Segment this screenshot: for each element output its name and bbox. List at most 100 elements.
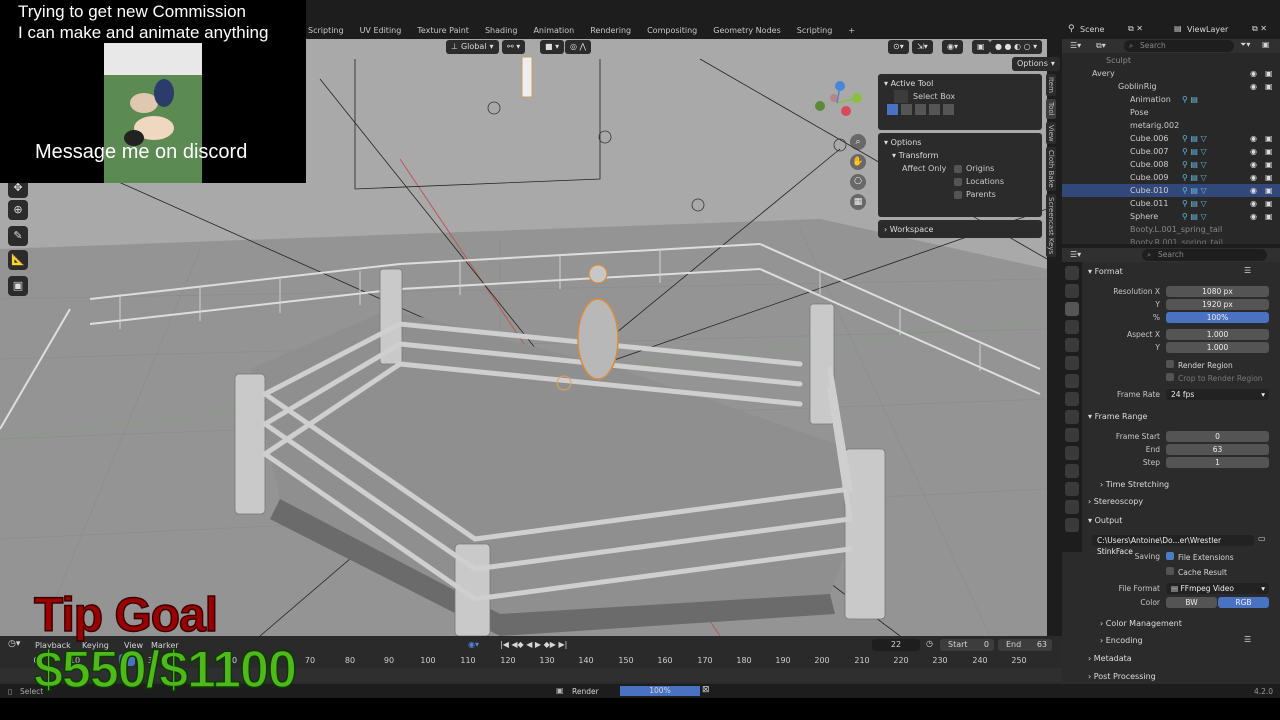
add-cube-tool-icon[interactable]: ▣: [8, 276, 28, 296]
encoding-header[interactable]: › Encoding: [1100, 636, 1143, 645]
overlay-toggle[interactable]: ◉▾: [942, 40, 963, 54]
output-path-field[interactable]: C:\Users\Antoine\Do...er\Wrestler StinkF…: [1092, 535, 1254, 556]
end-frame-field[interactable]: End 63: [998, 639, 1052, 651]
modifier-tab-icon[interactable]: [1065, 410, 1079, 424]
preview-range-icon[interactable]: ◷: [926, 639, 933, 648]
scene-tab-icon[interactable]: [1065, 338, 1079, 352]
select-new-icon[interactable]: [887, 104, 898, 115]
cache-result-row[interactable]: Cache Result: [1166, 567, 1227, 577]
tab-scripting-left[interactable]: Scripting: [300, 22, 352, 39]
particles-tab-icon[interactable]: [1065, 428, 1079, 442]
eye-icon[interactable]: ◉: [1250, 67, 1257, 80]
outliner-row-pose[interactable]: Pose: [1062, 106, 1280, 119]
locations-checkbox[interactable]: [954, 177, 962, 186]
metadata-header[interactable]: › Metadata: [1088, 654, 1132, 663]
tab-uv-editing[interactable]: UV Editing: [352, 22, 410, 39]
eye-icon[interactable]: ◉: [1250, 132, 1257, 145]
resolution-x-field[interactable]: 1080 px: [1166, 286, 1269, 297]
eye-icon[interactable]: ◉: [1250, 158, 1257, 171]
outliner-row-goblinrig[interactable]: GoblinRig ◉ ▣: [1062, 80, 1280, 93]
view-layer-name[interactable]: ViewLayer: [1187, 25, 1228, 34]
eye-icon[interactable]: ◉: [1250, 80, 1257, 93]
navigation-gizmo[interactable]: [812, 78, 862, 128]
start-frame-field[interactable]: Start 0: [940, 639, 994, 651]
format-presets-icon[interactable]: ☰: [1244, 266, 1251, 275]
outliner-row-avery[interactable]: Avery ◉ ▣: [1062, 67, 1280, 80]
snap-toggle[interactable]: ■ ▾: [540, 40, 565, 54]
color-management-header[interactable]: › Color Management: [1100, 619, 1182, 628]
physics-tab-icon[interactable]: [1065, 446, 1079, 460]
post-processing-header[interactable]: › Post Processing: [1088, 672, 1156, 681]
grid-view-icon[interactable]: ▦: [850, 194, 866, 210]
parents-checkbox[interactable]: [954, 190, 962, 199]
frame-rate-dropdown[interactable]: 24 fps ▾: [1166, 389, 1269, 400]
frame-step-field[interactable]: 1: [1166, 457, 1269, 468]
format-panel-header[interactable]: ▾ Format: [1088, 267, 1123, 276]
outliner-row-cube007[interactable]: Cube.007 ⚲ ▤ ▽ ◉ ▣: [1062, 145, 1280, 158]
time-stretching-header[interactable]: › Time Stretching: [1100, 480, 1169, 489]
world-tab-icon[interactable]: [1065, 356, 1079, 370]
select-intersect-icon[interactable]: [943, 104, 954, 115]
output-header[interactable]: ▾ Output: [1088, 516, 1122, 525]
options-header[interactable]: ▾ Options: [884, 136, 1036, 149]
eye-icon[interactable]: ◉: [1250, 145, 1257, 158]
resolution-y-field[interactable]: 1920 px: [1166, 299, 1269, 310]
outliner-row-booty-r[interactable]: Booty.R.001_spring_tail: [1062, 236, 1280, 244]
outliner-row-cube010[interactable]: Cube.010 ⚲ ▤ ▽ ◉ ▣: [1062, 184, 1280, 197]
tab-rendering[interactable]: Rendering: [582, 22, 639, 39]
data-tab-icon[interactable]: [1065, 482, 1079, 496]
outliner-row-animation[interactable]: Animation ⚲ ▤: [1062, 93, 1280, 106]
outliner-row-sculpt[interactable]: Sculpt: [1062, 54, 1280, 67]
resolution-pct-field[interactable]: 100%: [1166, 312, 1269, 323]
crop-checkbox[interactable]: [1166, 373, 1174, 381]
select-extend-icon[interactable]: [901, 104, 912, 115]
outliner-row-cube006[interactable]: Cube.006 ⚲ ▤ ▽ ◉ ▣: [1062, 132, 1280, 145]
select-invert-icon[interactable]: [929, 104, 940, 115]
editor-type-icon[interactable]: ◷▾: [8, 639, 20, 649]
annotate-tool-icon[interactable]: ✎: [8, 226, 28, 246]
locations-row[interactable]: Locations: [884, 175, 1036, 188]
filter-type-icon[interactable]: ⧉▾: [1096, 41, 1106, 51]
eye-icon[interactable]: ◉: [1250, 210, 1257, 223]
display-mode-icon[interactable]: ☰▾: [1070, 41, 1081, 50]
view-layer-tab-icon[interactable]: [1065, 320, 1079, 334]
collection-tab-icon[interactable]: [1065, 374, 1079, 388]
camera-view-icon[interactable]: ⎔: [850, 174, 866, 190]
object-tab-icon[interactable]: [1065, 392, 1079, 406]
workspace-header[interactable]: › Workspace: [884, 223, 1036, 236]
tab-item[interactable]: Item: [1046, 74, 1056, 96]
render-region-row[interactable]: Render Region: [1166, 360, 1233, 370]
transform-tool-icon[interactable]: ⊕: [8, 200, 28, 220]
aspect-x-field[interactable]: 1.000: [1166, 329, 1269, 340]
stereoscopy-header[interactable]: › Stereoscopy: [1088, 497, 1143, 506]
cache-result-checkbox[interactable]: [1166, 567, 1174, 575]
tab-compositing[interactable]: Compositing: [639, 22, 705, 39]
tab-tool[interactable]: Tool: [1046, 98, 1056, 119]
frame-start-field[interactable]: 0: [1166, 431, 1269, 442]
affect-origins-row[interactable]: Affect Only Origins: [884, 162, 1036, 175]
outliner-row-booty-l[interactable]: Booty.L.001_spring_tail: [1062, 223, 1280, 236]
parents-row[interactable]: Parents: [884, 188, 1036, 201]
file-extensions-checkbox[interactable]: [1166, 552, 1174, 560]
add-workspace-icon[interactable]: +: [840, 22, 863, 39]
camera-icon[interactable]: ▣: [1265, 210, 1273, 223]
pan-hand-icon[interactable]: ✋: [850, 154, 866, 170]
camera-icon[interactable]: ▣: [1265, 158, 1273, 171]
render-tab-icon[interactable]: [1065, 284, 1079, 298]
visibility-dropdown[interactable]: ⊙▾: [888, 40, 909, 54]
playback-controls[interactable]: |◀ ◀◆ ◀ ▶ ◆▶ ▶|: [500, 640, 567, 649]
current-frame-field[interactable]: 22: [872, 639, 920, 651]
crop-row[interactable]: Crop to Render Region: [1166, 373, 1263, 383]
material-tab-icon[interactable]: [1065, 500, 1079, 514]
texture-tab-icon[interactable]: [1065, 518, 1079, 532]
outliner-row-cube009[interactable]: Cube.009 ⚲ ▤ ▽ ◉ ▣: [1062, 171, 1280, 184]
constraints-tab-icon[interactable]: [1065, 464, 1079, 478]
camera-icon[interactable]: ▣: [1265, 197, 1273, 210]
outliner-row-cube008[interactable]: Cube.008 ⚲ ▤ ▽ ◉ ▣: [1062, 158, 1280, 171]
scene-name[interactable]: Scene: [1080, 25, 1104, 34]
gizmo-toggle[interactable]: ⇲▾: [912, 40, 933, 54]
file-format-dropdown[interactable]: ▤ FFmpeg Video ▾: [1166, 583, 1269, 594]
color-rgb-button[interactable]: RGB: [1218, 597, 1269, 608]
transform-header[interactable]: ▾ Transform: [884, 149, 1036, 162]
orientation-dropdown[interactable]: ⊥ Global ▾: [446, 40, 499, 54]
